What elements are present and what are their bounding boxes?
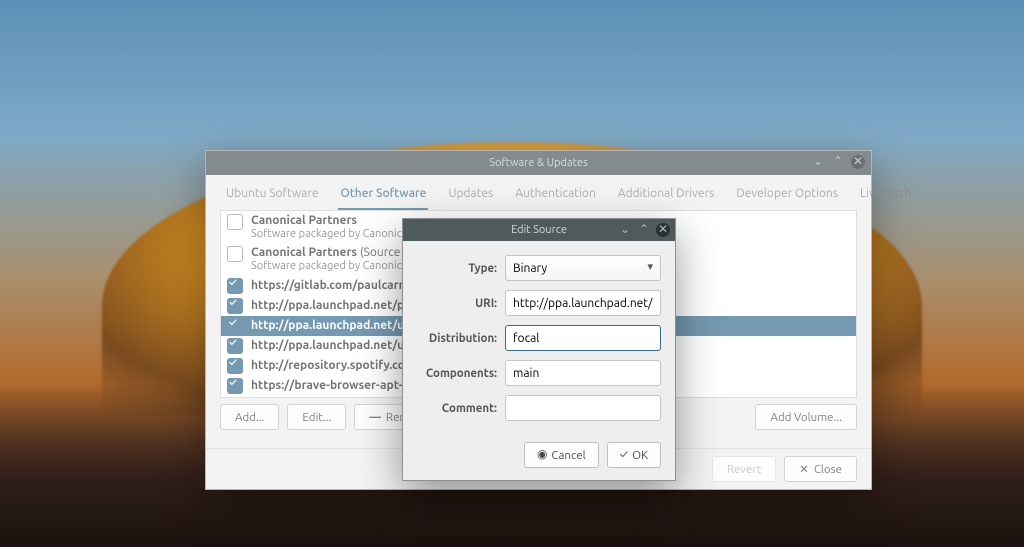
add-button[interactable]: Add... [220,404,279,430]
dialog-title: Edit Source [511,224,567,236]
dialog-close-icon[interactable]: ✕ [656,223,670,237]
dialog-maximize-icon[interactable]: ⌃ [637,223,651,237]
window-close-icon[interactable]: ✕ [851,155,865,169]
tab-additional-drivers[interactable]: Additional Drivers [616,183,716,210]
dialog-minimize-icon[interactable]: ⌄ [618,223,632,237]
type-select[interactable]: Binary [505,255,661,281]
edit-source-dialog: Edit Source ⌄ ⌃ ✕ Type: Binary URI: Dist… [402,218,676,481]
tab-developer-options[interactable]: Developer Options [734,183,840,210]
edit-button[interactable]: Edit... [287,404,346,430]
components-label: Components: [417,367,505,380]
close-x-icon: ✕ [799,462,809,476]
minus-icon: — [369,411,381,424]
tab-bar: Ubuntu Software Other Software Updates A… [206,175,871,210]
tab-updates[interactable]: Updates [446,183,495,210]
window-minimize-icon[interactable]: ⌄ [811,155,825,169]
checkbox[interactable] [227,246,243,262]
comment-label: Comment: [417,402,505,415]
checkbox[interactable] [227,278,243,294]
window-title: Software & Updates [489,157,588,169]
tab-ubuntu-software[interactable]: Ubuntu Software [224,183,320,210]
uri-input[interactable] [505,290,661,316]
tab-other-software[interactable]: Other Software [338,183,428,210]
ok-button[interactable]: ✓OK [607,442,661,468]
source-title: Canonical Partners [251,246,357,259]
cancel-button[interactable]: ◉Cancel [524,442,599,468]
tab-livepatch[interactable]: Livepatch [858,183,914,210]
distribution-input[interactable] [505,325,661,351]
uri-label: URI: [417,297,505,310]
distribution-label: Distribution: [417,332,505,345]
window-maximize-icon[interactable]: ⌃ [831,155,845,169]
checkbox[interactable] [227,338,243,354]
checkbox[interactable] [227,358,243,374]
close-button[interactable]: ✕Close [784,456,857,482]
checkbox[interactable] [227,378,243,394]
cancel-icon: ◉ [537,449,547,461]
check-icon: ✓ [620,449,628,461]
components-input[interactable] [505,360,661,386]
dialog-titlebar: Edit Source ⌄ ⌃ ✕ [403,219,675,241]
revert-button: Revert [712,456,776,482]
checkbox[interactable] [227,318,243,334]
window-titlebar: Software & Updates ⌄ ⌃ ✕ [206,151,871,175]
add-volume-button[interactable]: Add Volume... [755,404,857,430]
checkbox[interactable] [227,298,243,314]
source-selected-overflow: rce Code) [695,300,746,313]
type-label: Type: [417,262,505,275]
tab-authentication[interactable]: Authentication [513,183,598,210]
comment-input[interactable] [505,395,661,421]
checkbox[interactable] [227,214,243,230]
